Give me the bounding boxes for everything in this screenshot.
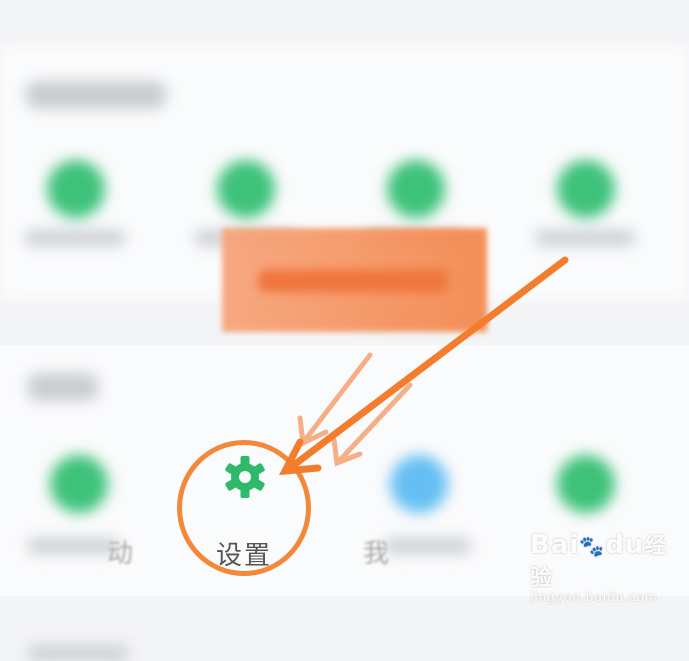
baidu-jingyan-watermark: Bai🐾du经验 jingyan.baidu.com [530,530,668,604]
annotation-arrows [278,256,569,476]
